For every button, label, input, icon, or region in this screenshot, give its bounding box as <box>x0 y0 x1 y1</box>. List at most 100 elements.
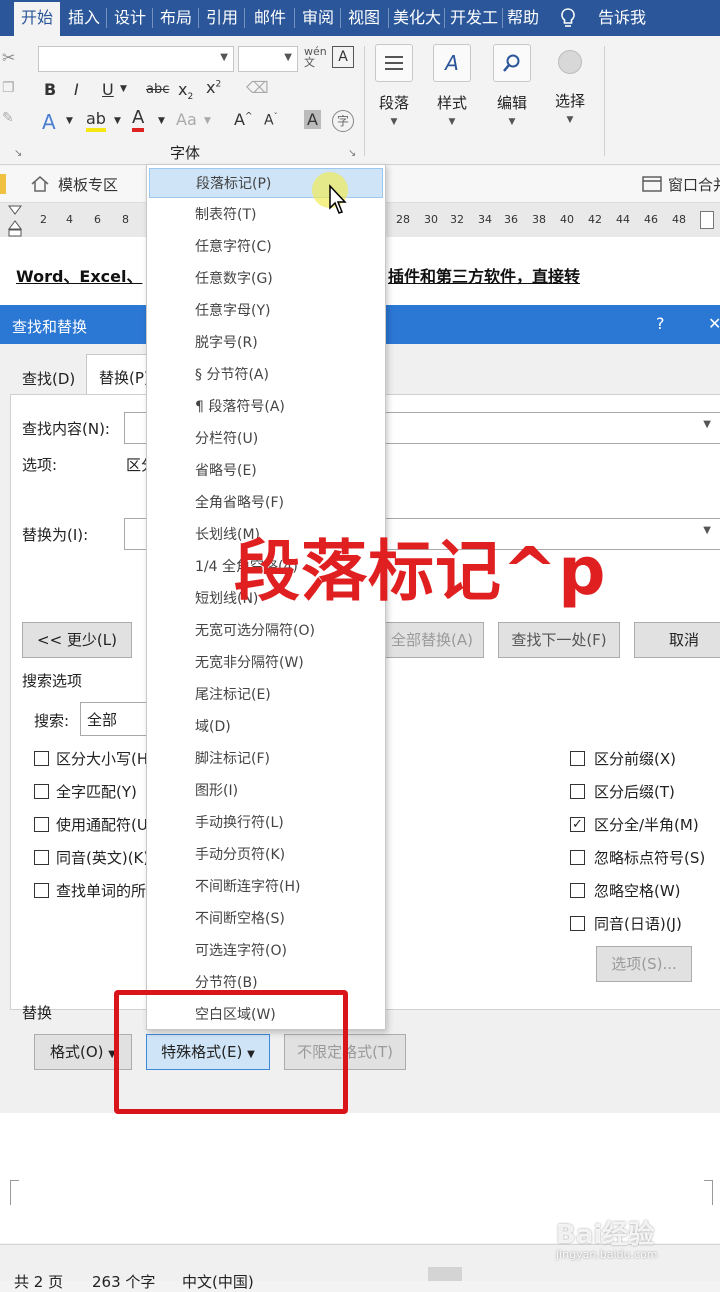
select-button[interactable]: 选择 ▼ <box>544 44 596 125</box>
underline-icon[interactable]: U <box>102 80 114 99</box>
special-format-menu-item[interactable]: 不间断空格(S) <box>149 904 383 934</box>
tab-find[interactable]: 查找(D) <box>14 358 84 392</box>
chevron-down-icon[interactable]: ▼ <box>114 116 121 126</box>
tab-help[interactable]: 帮助 <box>504 0 542 36</box>
chevron-down-icon[interactable]: ▼ <box>703 525 711 536</box>
special-format-menu-item[interactable]: 图形(I) <box>149 776 383 806</box>
tab-mailings[interactable]: 邮件 <box>250 0 290 36</box>
change-case-icon[interactable]: Aa <box>176 110 197 129</box>
tab-view[interactable]: 视图 <box>344 0 384 36</box>
grow-font-icon[interactable]: A^ <box>234 110 253 129</box>
phonetic-guide-icon[interactable]: wén 文 <box>304 46 327 68</box>
highlight-icon[interactable]: ab <box>86 110 106 132</box>
chevron-down-icon[interactable]: ▼ <box>66 116 73 126</box>
special-format-menu-item[interactable]: 任意数字(G) <box>149 264 383 294</box>
tab-layout[interactable]: 布局 <box>156 0 196 36</box>
cancel-button[interactable]: 取消 <box>634 622 720 658</box>
special-format-menu-item[interactable]: 手动分页符(K) <box>149 840 383 870</box>
sounds-like-jp-checkbox[interactable] <box>570 916 585 931</box>
font-size-combo[interactable]: ▼ <box>238 46 298 72</box>
chevron-down-icon[interactable]: ▼ <box>120 84 127 94</box>
tab-references[interactable]: 引用 <box>202 0 242 36</box>
text-effect-icon[interactable]: A <box>42 110 56 134</box>
font-color-icon[interactable]: A <box>132 108 145 132</box>
options-button[interactable]: 选项(S)... <box>596 946 692 982</box>
font-name-combo[interactable]: ▼ <box>38 46 234 72</box>
template-zone-link[interactable]: 模板专区 <box>58 174 118 195</box>
less-button[interactable]: << 更少(L) <box>22 622 132 658</box>
chevron-down-icon[interactable]: ▼ <box>158 116 165 126</box>
special-format-menu-item[interactable]: 不间断连字符(H) <box>149 872 383 902</box>
special-format-menu-item[interactable]: 尾注标记(E) <box>149 680 383 710</box>
special-format-menu-item[interactable]: 分栏符(U) <box>149 424 383 454</box>
char-border-icon[interactable]: A <box>332 46 354 68</box>
editing-button[interactable]: 编辑 ▼ <box>486 44 538 127</box>
subscript-icon[interactable]: x2 <box>178 80 193 102</box>
tell-me-search[interactable]: 告诉我 <box>592 0 652 36</box>
match-width-checkbox[interactable]: ✓ <box>570 817 585 832</box>
window-merge-link[interactable]: 窗口合并 <box>668 174 720 195</box>
font-launcher-icon[interactable]: ↘ <box>348 148 356 159</box>
special-format-menu-item[interactable]: 无宽可选分隔符(O) <box>149 616 383 646</box>
tab-insert[interactable]: 插入 <box>64 0 104 36</box>
replace-all-button[interactable]: 全部替换(A) <box>380 622 484 658</box>
special-format-menu-item[interactable]: 脱字号(R) <box>149 328 383 358</box>
ignore-punct-checkbox[interactable] <box>570 850 585 865</box>
special-format-menu-item[interactable]: 任意字母(Y) <box>149 296 383 326</box>
shrink-font-icon[interactable]: Aˇ <box>264 112 278 129</box>
special-format-menu-item[interactable]: § 分节符(A) <box>149 360 383 390</box>
close-icon[interactable]: ✕ <box>708 314 720 333</box>
print-layout-icon[interactable] <box>428 1267 462 1281</box>
special-format-menu-item[interactable]: 任意字符(C) <box>149 232 383 262</box>
superscript-icon[interactable]: x2 <box>206 78 221 97</box>
tab-developer[interactable]: 开发工 <box>448 0 500 36</box>
home-icon[interactable] <box>30 174 50 198</box>
tab-home[interactable]: 开始 <box>14 2 60 36</box>
lightbulb-icon[interactable] <box>558 7 578 33</box>
match-case-checkbox[interactable] <box>34 751 49 766</box>
special-format-menu-item[interactable]: 可选连字符(O) <box>149 936 383 966</box>
clear-format-icon[interactable]: ⌫ <box>246 78 269 97</box>
clipboard-launcher-icon[interactable]: ↘ <box>14 148 22 159</box>
styles-button[interactable]: A 样式 ▼ <box>426 44 478 127</box>
special-format-menu-item[interactable]: 手动换行符(L) <box>149 808 383 838</box>
sounds-like-checkbox[interactable] <box>34 850 49 865</box>
language[interactable]: 中文(中国) <box>182 1271 254 1292</box>
cut-icon[interactable]: ✂ <box>2 48 15 67</box>
find-next-button[interactable]: 查找下一处(F) <box>498 622 620 658</box>
strikethrough-icon[interactable]: abc <box>146 82 169 97</box>
special-format-menu-item[interactable]: 域(D) <box>149 712 383 742</box>
match-prefix-checkbox[interactable] <box>570 751 585 766</box>
page-count[interactable]: 共 2 页 <box>14 1271 63 1292</box>
special-format-menu-item[interactable]: 无宽非分隔符(W) <box>149 648 383 678</box>
whole-word-checkbox[interactable] <box>34 784 49 799</box>
ruler-number: 30 <box>424 213 438 226</box>
format-painter-icon[interactable]: ✎ <box>2 110 14 126</box>
special-format-menu-item[interactable]: 省略号(E) <box>149 456 383 486</box>
char-shading-icon[interactable]: A <box>304 110 321 129</box>
word-forms-checkbox[interactable] <box>34 883 49 898</box>
tab-design[interactable]: 设计 <box>110 0 150 36</box>
right-indent-marker-icon[interactable] <box>700 211 714 229</box>
chevron-down-icon[interactable]: ▼ <box>204 116 211 126</box>
wildcards-checkbox[interactable] <box>34 817 49 832</box>
copy-icon[interactable]: ❐ <box>2 80 15 96</box>
special-format-menu-item[interactable]: 全角省略号(F) <box>149 488 383 518</box>
special-format-menu-item[interactable]: ¶ 段落符号(A) <box>149 392 383 422</box>
tab-divider <box>294 8 295 28</box>
ignore-space-checkbox[interactable] <box>570 883 585 898</box>
baidu-watermark-logo: Bai经验 <box>556 1220 655 1250</box>
match-suffix-checkbox[interactable] <box>570 784 585 799</box>
tab-review[interactable]: 审阅 <box>298 0 338 36</box>
help-icon[interactable]: ? <box>656 314 665 333</box>
italic-icon[interactable]: I <box>74 80 79 99</box>
bold-icon[interactable]: B <box>44 80 56 99</box>
ribbon: ✂ ❐ ✎ ↘ ▼ ▼ wén 文 A B I U ▼ abc x2 x2 ⌫ A… <box>0 36 720 165</box>
window-merge-icon[interactable] <box>642 176 662 196</box>
tab-beautify[interactable]: 美化大 <box>392 0 442 36</box>
paragraph-button[interactable]: 段落 ▼ <box>368 44 420 127</box>
special-format-menu-item[interactable]: 脚注标记(F) <box>149 744 383 774</box>
word-count[interactable]: 263 个字 <box>92 1271 155 1292</box>
enclose-char-icon[interactable]: 字 <box>332 110 354 132</box>
chevron-down-icon[interactable]: ▼ <box>703 419 711 430</box>
